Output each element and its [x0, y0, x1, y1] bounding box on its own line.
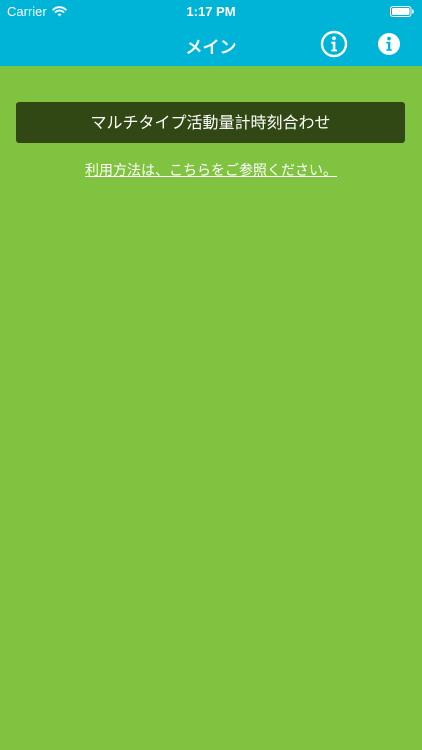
navigation-bar: メイン — [0, 22, 422, 66]
info-outline-button[interactable] — [320, 30, 348, 58]
battery-icon — [390, 6, 414, 17]
page-title: メイン — [185, 38, 237, 58]
multitype-activity-meter-time-sync-button[interactable]: マルチタイプ活動量計時刻合わせ — [16, 102, 405, 143]
info-filled-icon — [378, 33, 400, 55]
status-bar: Carrier 1:17 PM — [0, 0, 422, 22]
status-time: 1:17 PM — [186, 4, 236, 19]
info-filled-button[interactable] — [376, 31, 402, 57]
app-screen: Carrier 1:17 PM メイン マルチタイプ活動量計時刻合わせ 利用方法… — [0, 0, 422, 750]
help-link[interactable]: 利用方法は、こちらをご参照ください。 — [0, 160, 422, 180]
info-outline-icon — [320, 30, 348, 58]
